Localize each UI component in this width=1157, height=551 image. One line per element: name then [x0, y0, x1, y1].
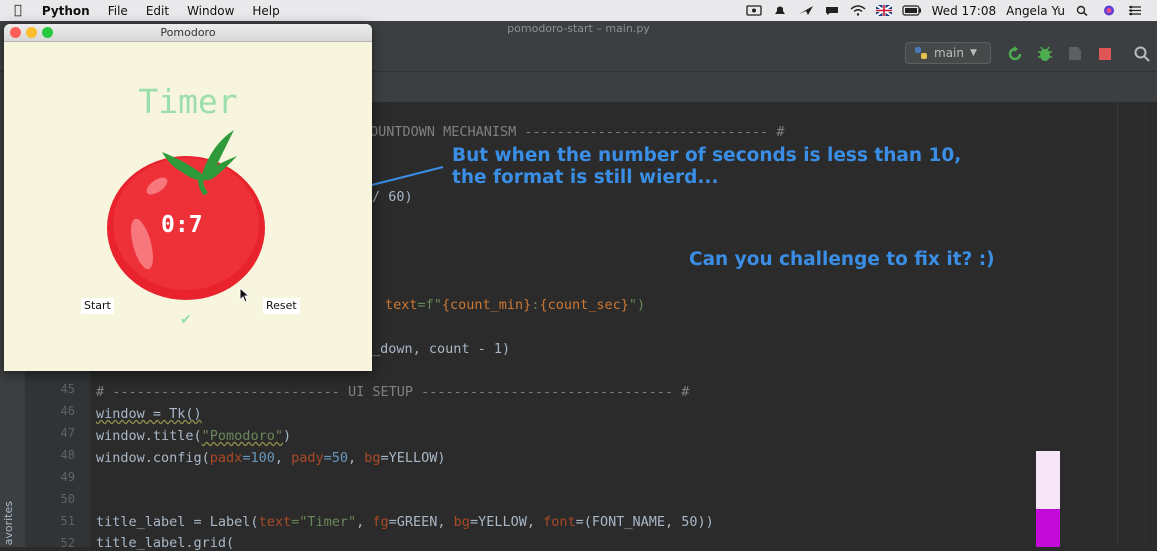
countdown-text: 0:7 — [161, 212, 203, 238]
mouse-cursor-icon — [239, 287, 251, 303]
timer-title-label: Timer — [138, 82, 238, 121]
annotation-text: Can you challenge to fix it? :) — [689, 249, 995, 270]
zoom-button[interactable] — [42, 27, 53, 38]
annotation-text: the format is still wierd... — [452, 167, 719, 188]
checkmark-label: ✔ — [180, 312, 192, 328]
start-button[interactable]: Start — [81, 298, 114, 314]
minimize-button[interactable] — [26, 27, 37, 38]
close-button[interactable] — [10, 27, 21, 38]
reset-button[interactable]: Reset — [263, 298, 300, 314]
pomodoro-window-title: Pomodoro — [160, 26, 216, 39]
pomodoro-titlebar: Pomodoro — [4, 24, 372, 42]
pomodoro-window: Pomodoro Timer 0:7 Start Reset ✔ — [4, 24, 372, 371]
annotation-text: But when the number of seconds is less t… — [452, 145, 962, 166]
